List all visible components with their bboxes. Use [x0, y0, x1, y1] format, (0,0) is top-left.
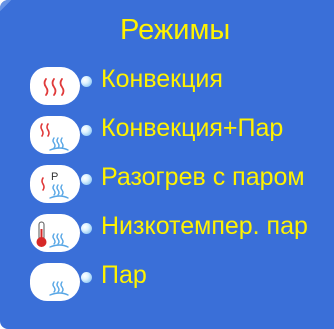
- corner-stripe: [0, 0, 39, 16]
- mode-bullet: [81, 174, 92, 185]
- convection-steam-icon: [30, 116, 80, 154]
- mode-label: Конвекция+Пар: [101, 114, 284, 142]
- preheat-letter: P: [51, 171, 58, 183]
- mode-item-steam[interactable]: Пар: [0, 261, 334, 301]
- mode-label: Пар: [101, 261, 147, 289]
- mode-item-low-temp-steam[interactable]: Низкотемпер. пар: [0, 212, 334, 252]
- convection-icon: [30, 67, 80, 105]
- mode-label: Конвекция: [101, 65, 223, 93]
- mode-bullet: [81, 125, 92, 136]
- steam-icon: [30, 263, 80, 301]
- mode-bullet: [81, 76, 92, 87]
- preheat-steam-icon: P: [30, 165, 80, 203]
- mode-item-convection[interactable]: Конвекция: [0, 65, 334, 105]
- mode-label: Разогрев с паром: [101, 163, 305, 191]
- mode-item-convection-steam[interactable]: Конвекция+Пар: [0, 114, 334, 154]
- mode-item-preheat-steam[interactable]: P Разогрев с паром: [0, 163, 334, 203]
- low-temp-steam-icon: [30, 214, 80, 252]
- mode-bullet: [81, 223, 92, 234]
- modes-screen: Режимы Конвекция Конвекция+Пар P Разогре…: [0, 0, 334, 329]
- mode-label: Низкотемпер. пар: [101, 212, 308, 240]
- screen-title: Режимы: [120, 14, 231, 46]
- mode-bullet: [81, 272, 92, 283]
